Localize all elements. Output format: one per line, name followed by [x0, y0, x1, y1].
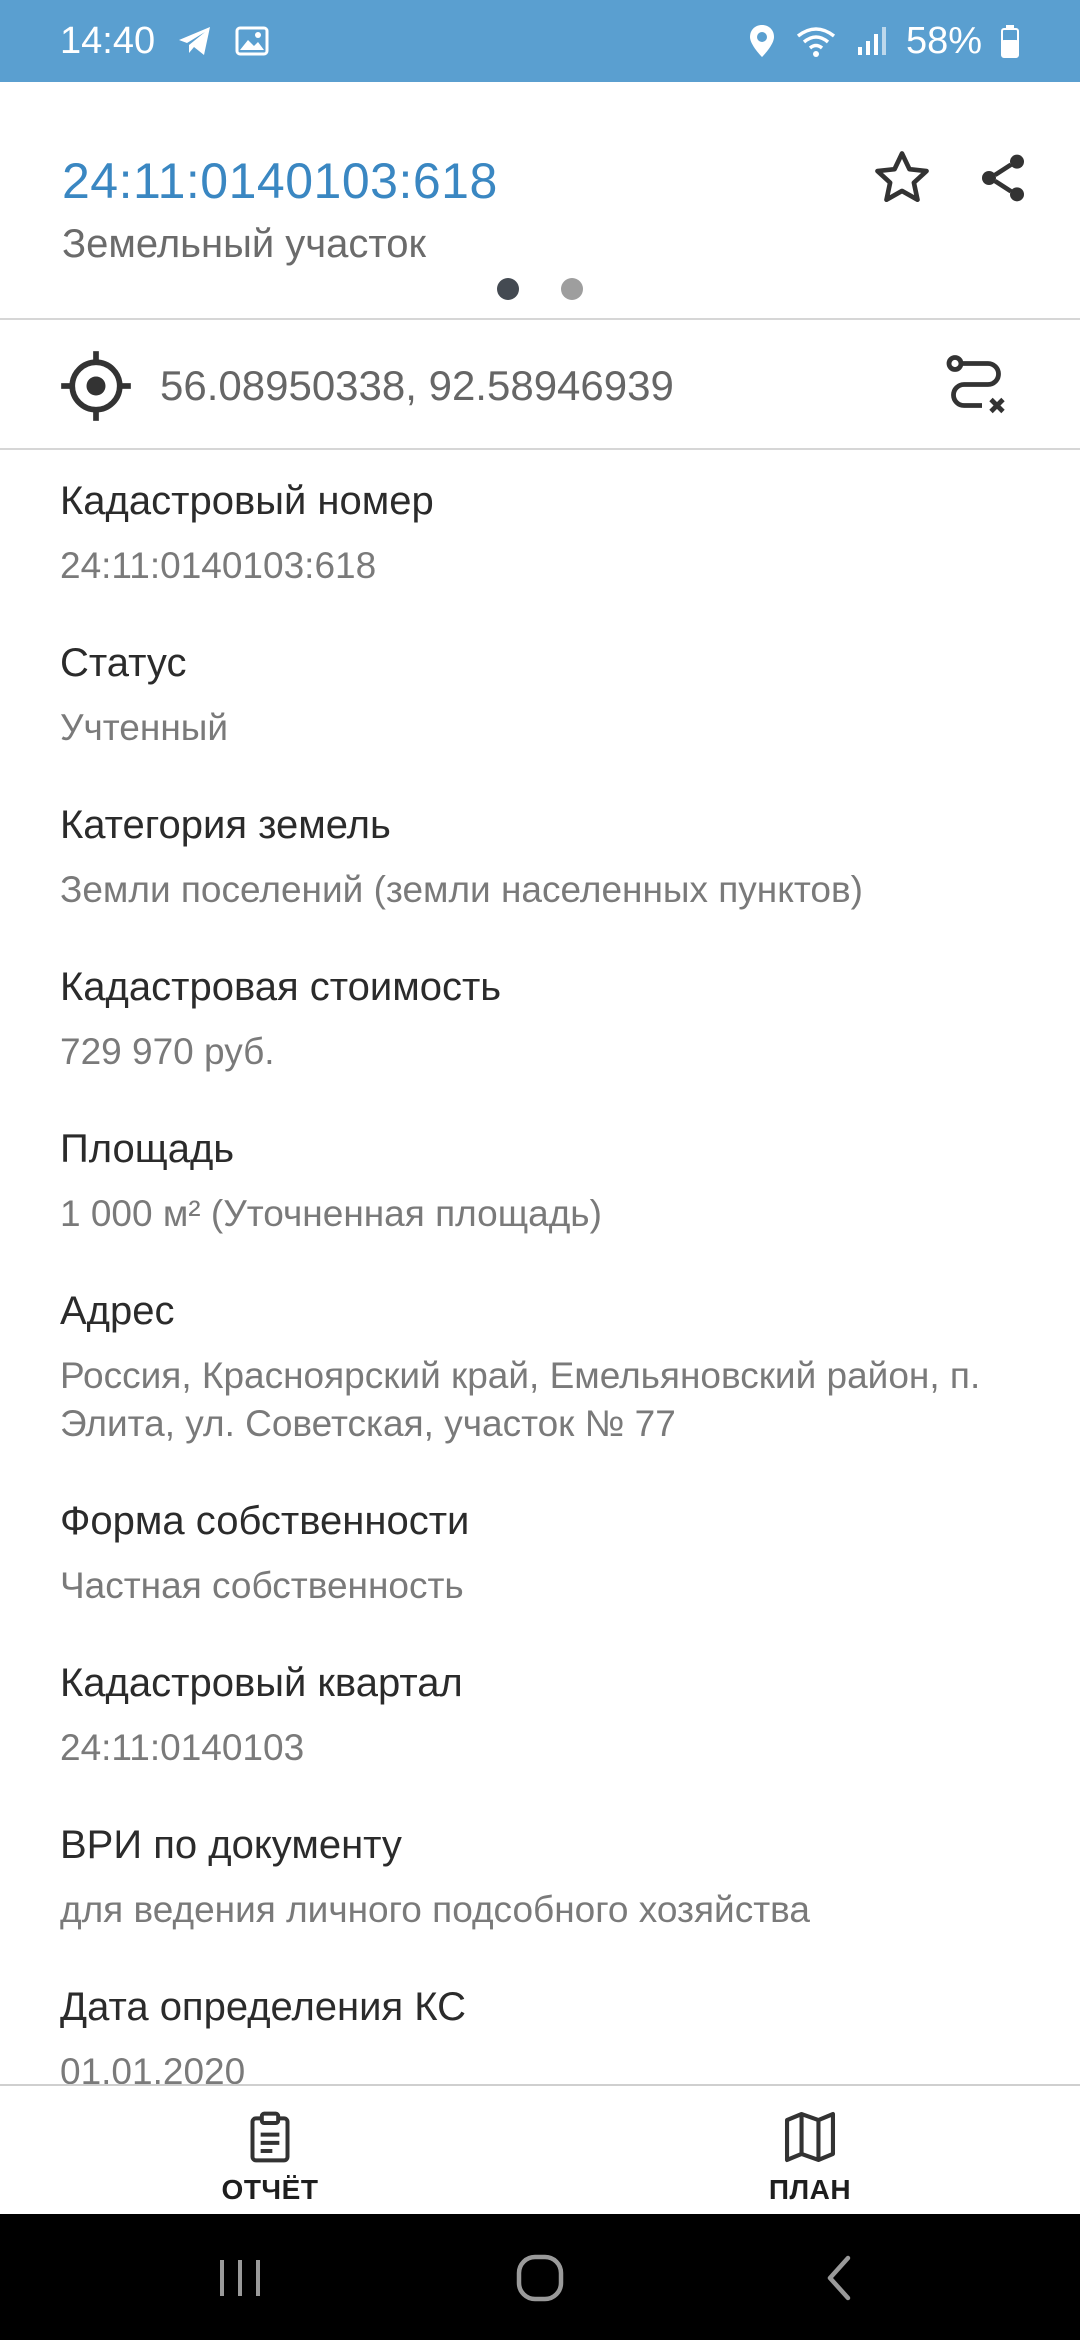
field-value: 729 970 руб. — [60, 1031, 275, 1072]
system-navigation-bar — [0, 2214, 1080, 2340]
field-land-category: Категория земель Земли поселений (земли … — [60, 800, 1070, 914]
field-valuation-date: Дата определения КС 01.01.2020 — [60, 1982, 1070, 2084]
field-label: Дата определения КС — [60, 1985, 466, 2029]
status-time: 14:40 — [60, 19, 156, 62]
field-value: Частная собственность — [60, 1565, 464, 1606]
star-icon — [875, 151, 929, 203]
field-label: ВРИ по документу — [60, 1823, 402, 1867]
route-button[interactable] — [934, 344, 1018, 428]
map-icon — [784, 2111, 836, 2163]
field-ownership-form: Форма собственности Частная собственност… — [60, 1496, 1070, 1610]
field-cadastral-number: Кадастровый номер 24:11:0140103:618 — [60, 476, 1070, 590]
divider — [0, 318, 1080, 320]
battery-icon — [1000, 24, 1020, 58]
parcel-header: 24:11:0140103:618 Земельный участок — [0, 82, 1080, 320]
field-status: Статус Учтенный — [60, 638, 1070, 752]
parcel-details-list[interactable]: Кадастровый номер 24:11:0140103:618 Стат… — [0, 450, 1080, 2084]
field-value: 24:11:0140103:618 — [60, 545, 377, 586]
field-label: Адрес — [60, 1289, 175, 1333]
back-button[interactable] — [800, 2246, 880, 2310]
home-button[interactable] — [500, 2246, 580, 2310]
crosshair-icon[interactable] — [58, 348, 134, 429]
recents-button[interactable] — [200, 2246, 280, 2310]
page-indicator — [497, 278, 583, 300]
plan-button[interactable]: ПЛАН — [710, 2094, 910, 2212]
clipboard-icon — [250, 2111, 290, 2163]
plan-label: ПЛАН — [768, 2174, 852, 2205]
page-title: 24:11:0140103:618 — [62, 153, 498, 209]
field-value: Россия, Красноярский край, Емельяновский… — [60, 1355, 981, 1444]
field-label: Площадь — [60, 1127, 235, 1171]
field-value: 1 000 м² (Уточненная площадь) — [60, 1193, 602, 1234]
share-icon — [982, 154, 1024, 202]
field-value: Учтенный — [60, 707, 229, 748]
field-label: Статус — [60, 641, 187, 685]
field-address: Адрес Россия, Красноярский край, Емельян… — [60, 1286, 1070, 1448]
battery-text: 58% — [905, 19, 982, 62]
location-icon — [748, 23, 776, 59]
wifi-icon — [794, 24, 838, 58]
coordinates-row[interactable]: 56.08950338, 92.58946939 — [0, 322, 1080, 448]
status-bar: 14:40 58% — [0, 0, 1080, 82]
gallery-icon — [235, 25, 269, 57]
field-label: Кадастровый квартал — [60, 1661, 463, 1705]
field-area: Площадь 1 000 м² (Уточненная площадь) — [60, 1124, 1070, 1238]
page-dot-active[interactable] — [497, 278, 519, 300]
field-value: Земли поселений (земли населенных пункто… — [60, 869, 863, 910]
bottom-navigation: ОТЧЁТ ПЛАН — [0, 2084, 1080, 2214]
coordinates-text[interactable]: 56.08950338, 92.58946939 — [160, 362, 674, 410]
field-permitted-use: ВРИ по документу для ведения личного под… — [60, 1820, 1070, 1934]
page-subtitle: Земельный участок — [62, 222, 427, 266]
page-dot-inactive[interactable] — [561, 278, 583, 300]
home-icon — [516, 2254, 564, 2302]
signal-icon — [856, 25, 888, 57]
route-icon — [946, 355, 1005, 414]
field-cadastral-value: Кадастровая стоимость 729 970 руб. — [60, 962, 1070, 1076]
telegram-icon — [177, 25, 213, 57]
report-label: ОТЧЁТ — [221, 2174, 319, 2205]
report-button[interactable]: ОТЧЁТ — [170, 2094, 370, 2212]
field-label: Кадастровый номер — [60, 479, 434, 523]
field-value: для ведения личного подсобного хозяйства — [60, 1889, 810, 1930]
field-value: 24:11:0140103 — [60, 1727, 305, 1768]
field-label: Категория земель — [60, 803, 391, 847]
recents-icon — [220, 2260, 260, 2296]
field-cadastral-quarter: Кадастровый квартал 24:11:0140103 — [60, 1658, 1070, 1772]
field-value: 01.01.2020 — [60, 2051, 246, 2084]
favorite-button[interactable] — [862, 138, 942, 218]
share-button[interactable] — [963, 138, 1043, 218]
field-label: Форма собственности — [60, 1499, 470, 1543]
back-icon — [827, 2255, 851, 2301]
field-label: Кадастровая стоимость — [60, 965, 502, 1009]
